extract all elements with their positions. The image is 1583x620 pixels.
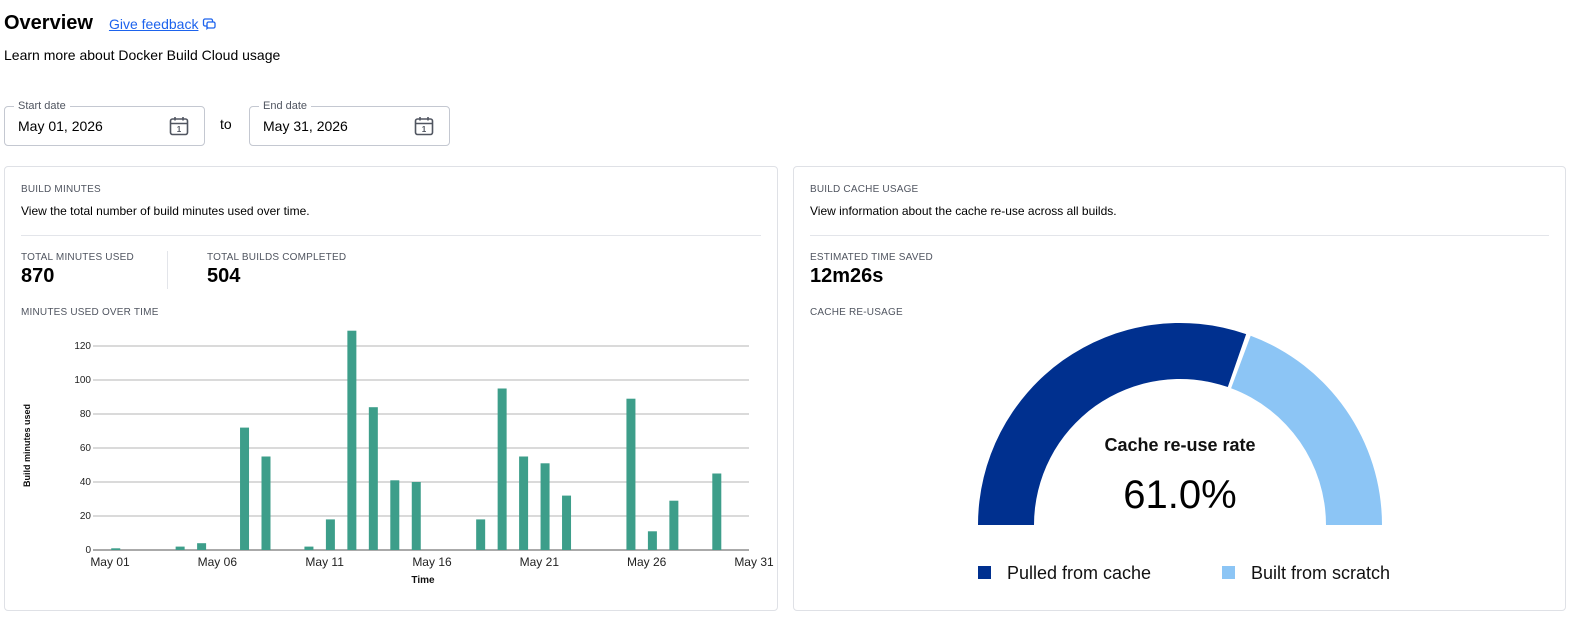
y-tick-label: 80	[80, 409, 92, 420]
bar	[647, 531, 657, 550]
bar	[240, 427, 250, 550]
y-tick-label: 120	[74, 341, 91, 352]
calendar-icon-day: 1	[177, 125, 182, 134]
bar	[347, 330, 357, 550]
bar	[626, 398, 636, 550]
date-range-to: to	[220, 116, 232, 132]
bar	[712, 473, 722, 550]
legend-label-pulled: Pulled from cache	[1007, 563, 1151, 583]
y-tick-label: 20	[80, 511, 92, 522]
end-date-field[interactable]: End date May 31, 2026 1	[249, 100, 450, 146]
bar	[368, 407, 378, 550]
end-date-value: May 31, 2026	[263, 118, 348, 134]
cache-reuse-gauge: Cache re-use rate 61.0% Pulled from cache B…	[978, 323, 1390, 583]
x-tick-label: May 01	[90, 555, 130, 569]
x-tick-label: May 06	[198, 555, 238, 569]
x-tick-label: May 26	[627, 555, 667, 569]
build-cache-card: BUILD CACHE USAGE View information about…	[793, 166, 1566, 611]
build-minutes-card: BUILD MINUTES View the total number of b…	[4, 166, 778, 611]
bar	[497, 388, 507, 550]
bar	[476, 519, 486, 550]
y-tick-label: 40	[80, 477, 92, 488]
x-axis-label: Time	[411, 575, 435, 586]
calendar-icon[interactable]: 1	[413, 115, 435, 137]
start-date-field[interactable]: Start date May 01, 2026 1	[4, 100, 205, 146]
legend-label-scratch: Built from scratch	[1251, 563, 1390, 583]
calendar-icon[interactable]: 1	[168, 115, 190, 137]
bar	[304, 546, 314, 550]
bar	[411, 482, 421, 550]
start-date-value: May 01, 2026	[18, 118, 103, 134]
bar	[390, 480, 400, 550]
build-minutes-bar-chart: 020406080100120May 01 May 06 May 11 May 16 M…	[22, 330, 774, 586]
y-axis-label: Build minutes used	[22, 404, 32, 487]
calendar-icon-day: 1	[422, 125, 427, 134]
gauge-value: 61.0%	[1123, 473, 1236, 517]
x-tick-label: May 31	[734, 555, 774, 569]
bar	[540, 463, 550, 550]
x-tick-label: May 21	[520, 555, 560, 569]
bar	[669, 500, 679, 550]
gauge-slice-scratch	[1231, 335, 1382, 525]
x-tick-label: May 11	[305, 555, 344, 569]
start-date-label: Start date	[14, 100, 70, 112]
legend-swatch-pulled	[978, 566, 991, 579]
chat-bubble-icon	[203, 18, 217, 31]
bar	[562, 495, 572, 550]
y-tick-label: 100	[74, 375, 91, 386]
page-subtitle: Learn more about Docker Build Cloud usag…	[4, 47, 281, 63]
legend-swatch-scratch	[1222, 566, 1235, 579]
bar	[111, 548, 121, 550]
x-tick-label: May 16	[412, 555, 452, 569]
give-feedback-link[interactable]: Give feedback	[109, 16, 217, 32]
give-feedback-label: Give feedback	[108, 16, 199, 32]
y-tick-label: 60	[80, 443, 92, 454]
bar	[519, 456, 529, 550]
gauge-title: Cache re-use rate	[1104, 435, 1255, 455]
end-date-label: End date	[259, 100, 312, 112]
page-header: Overview Give feedback	[4, 12, 217, 35]
page-title: Overview	[4, 12, 93, 34]
bar	[325, 519, 335, 550]
bar	[261, 456, 271, 550]
bar	[175, 546, 185, 550]
bar	[197, 543, 207, 550]
